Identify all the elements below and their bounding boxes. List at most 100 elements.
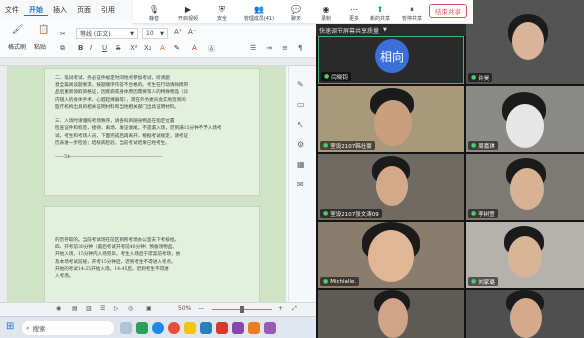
outline-view-icon[interactable]: ☰ xyxy=(100,305,105,312)
vertical-ruler[interactable] xyxy=(0,66,8,316)
font-name-select[interactable]: 等线 (正文) ▼ xyxy=(76,28,138,39)
copy-icon[interactable]: ⧉ xyxy=(60,44,65,53)
page1-line: 意全篇阅读题要求，按题顺序作答不合格的。考生在行动清除携带 xyxy=(55,83,189,89)
paragraph-icon[interactable]: ¶ xyxy=(298,44,302,52)
participant-tile[interactable] xyxy=(318,290,464,338)
indent-icon[interactable]: ⇥ xyxy=(266,44,272,52)
grow-font-icon[interactable]: A⁺ xyxy=(174,28,182,36)
windows-start-icon[interactable]: ⊞ xyxy=(6,321,14,332)
globe-icon[interactable]: ◎ xyxy=(128,305,133,312)
participant-tile[interactable]: ● 李树萱 xyxy=(466,154,584,220)
align-icon[interactable]: ≡ xyxy=(282,44,288,52)
app-icon[interactable] xyxy=(248,322,260,334)
start-video-button[interactable]: ▶ 开启视频 xyxy=(171,0,205,24)
underline-button[interactable]: U xyxy=(102,44,107,52)
app-icon[interactable] xyxy=(264,322,276,334)
file-explorer-icon[interactable] xyxy=(184,322,196,334)
fit-page-icon[interactable]: ⤢ xyxy=(292,305,297,313)
share-quality-banner[interactable]: 快速调节屏幕共享质量 ▼ xyxy=(316,24,466,36)
taskbar-search-box[interactable]: ⌕ 搜索 xyxy=(22,321,114,335)
highlight-icon[interactable]: ✎ xyxy=(174,44,180,52)
pen-icon[interactable]: ✎ xyxy=(297,80,304,89)
char-border-icon[interactable]: Ⓐ xyxy=(208,44,215,54)
participant-name-tag: ● 许昊 xyxy=(468,73,493,82)
zoom-level[interactable]: 50% xyxy=(178,305,191,312)
web-view-icon[interactable]: ▥ xyxy=(86,305,92,312)
participant-tile[interactable]: ● 刘家璐 xyxy=(466,222,584,288)
shrink-font-icon[interactable]: A⁻ xyxy=(188,28,196,36)
participant-name-tag: ● 室设2107张文涛09 xyxy=(320,209,382,218)
font-size-select[interactable]: 10 ▼ xyxy=(142,28,168,39)
font-color-icon[interactable]: A xyxy=(192,44,197,52)
zoom-in-button[interactable]: + xyxy=(278,305,283,312)
mic-icon: 🎙 xyxy=(148,5,160,14)
page-view-icon[interactable]: ▤ xyxy=(72,305,78,312)
chevron-down-icon: ▼ xyxy=(160,30,164,37)
subscript-icon[interactable]: X₂ xyxy=(144,44,152,52)
participant-name: 闫晓钧 xyxy=(331,74,348,81)
chrome-browser-icon[interactable] xyxy=(168,322,180,334)
avatar: 相向 xyxy=(375,39,409,73)
menu-home[interactable]: 开始 xyxy=(24,5,48,16)
document-canvas[interactable]: 二、笔试考试、务必证件规定时间地点参加考试，听清题 意全篇阅读题要求，按题顺序作… xyxy=(8,66,286,316)
menu-insert[interactable]: 插入 xyxy=(48,5,72,15)
mute-button[interactable]: 🎙 静音 xyxy=(137,0,171,24)
paste-icon[interactable]: 📋 xyxy=(38,25,49,35)
participant-tile[interactable] xyxy=(466,290,584,338)
select-icon[interactable]: ↖ xyxy=(297,120,304,129)
participant-tile[interactable]: 相向 ● 闫晓钧 xyxy=(318,36,464,84)
taskbar-search-placeholder: 搜索 xyxy=(32,325,46,333)
read-mode-icon[interactable]: ▣ xyxy=(146,305,152,312)
layout-icon[interactable]: ▭ xyxy=(297,100,305,109)
side-tool-rail: ✎ ▭ ↖ ⚙ ▦ ✉ xyxy=(288,66,316,316)
bold-button[interactable]: B xyxy=(78,44,83,52)
store-icon[interactable] xyxy=(200,322,212,334)
participant-tile[interactable]: ● 室设2107张文涛09 xyxy=(318,154,464,220)
participant-name-tag: ● 李树萱 xyxy=(468,209,498,218)
eye-icon[interactable]: ◉ xyxy=(56,305,61,312)
strike-button[interactable]: S xyxy=(116,44,120,52)
participant-name: 李树萱 xyxy=(478,211,495,218)
gear-icon[interactable]: ⚙ xyxy=(297,140,304,149)
participant-tile[interactable]: ● Michlalle. xyxy=(318,222,464,288)
new-share-button[interactable]: ⬆ 新的共享 xyxy=(363,0,397,24)
zoom-slider-thumb[interactable] xyxy=(240,306,244,313)
security-button[interactable]: ⛨ 安全 xyxy=(205,0,239,24)
edge-browser-icon[interactable] xyxy=(152,322,164,334)
manage-members-button[interactable]: 👥 管理成员(41) xyxy=(239,0,279,24)
app-icon[interactable] xyxy=(232,322,244,334)
superscript-icon[interactable]: X² xyxy=(130,44,138,52)
document-page-2[interactable]: 的历存取的。当前考试场在前区到所考场办公室去下考核给。 四、开考前30分钟（最后… xyxy=(44,206,260,316)
meeting-app-icon[interactable] xyxy=(136,322,148,334)
format-brush-icon[interactable]: 🖌 xyxy=(12,25,23,35)
pause-share-button[interactable]: ⏸ 暂停共享 xyxy=(395,0,429,24)
chat-label: 聊天 xyxy=(290,16,301,22)
grid-icon[interactable]: ▦ xyxy=(297,160,305,169)
text-effect-icon[interactable]: A xyxy=(160,44,165,52)
more-label: 更多 xyxy=(348,16,359,22)
more-icon: ⋯ xyxy=(350,5,358,14)
task-view-icon[interactable] xyxy=(120,322,132,334)
menu-file[interactable]: 文件 xyxy=(0,5,24,15)
comment-icon[interactable]: ✉ xyxy=(297,180,304,189)
play-icon[interactable]: ▷ xyxy=(114,305,119,312)
cut-icon[interactable]: ✂ xyxy=(60,30,66,38)
end-share-button[interactable]: 结束共享 xyxy=(429,4,467,18)
participant-tile[interactable]: ● 室设2107韩壮豪 xyxy=(318,86,464,152)
format-brush-label[interactable]: 格式刷 xyxy=(8,42,26,51)
page1-line: 内镜入的身体手术、心脏起搏器等），须在外务委员会实地签到的 xyxy=(55,97,186,103)
italic-button[interactable]: I xyxy=(90,44,92,52)
horizontal-ruler[interactable] xyxy=(0,58,316,66)
menu-reference[interactable]: 引用 xyxy=(96,5,120,15)
document-page-1[interactable]: 二、笔试考试、务必证件规定时间地点参加考试，听清题 意全篇阅读题要求，按题顺序作… xyxy=(44,68,260,196)
paste-label[interactable]: 粘贴 xyxy=(34,42,46,51)
chat-button[interactable]: 💬 聊天 xyxy=(279,0,313,24)
menu-page[interactable]: 页面 xyxy=(72,5,96,15)
participant-tile[interactable]: ● 许昊 xyxy=(466,0,584,84)
office-doc-icon[interactable] xyxy=(216,322,228,334)
participant-video xyxy=(510,298,542,338)
participant-tile[interactable]: ● 周嘉琪 xyxy=(466,86,584,152)
participant-video xyxy=(506,104,544,148)
list-icon[interactable]: ☰ xyxy=(250,44,256,52)
zoom-out-button[interactable]: — xyxy=(198,305,204,312)
